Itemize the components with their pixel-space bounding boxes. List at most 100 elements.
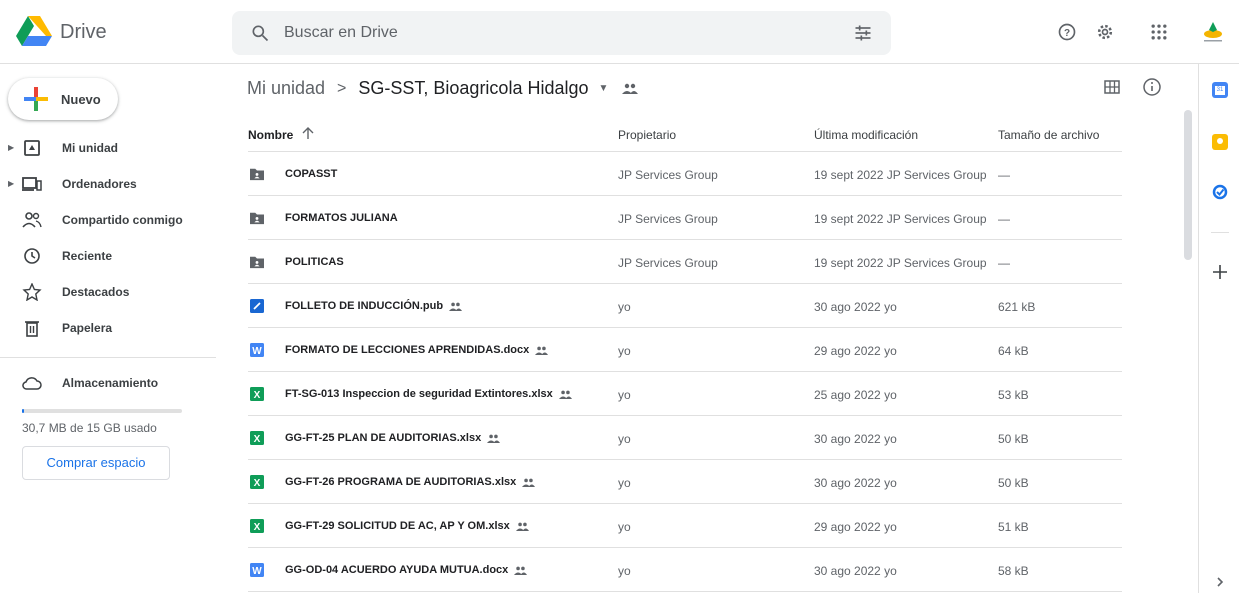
file-size: 51 kB [998, 520, 1029, 534]
file-modified: 19 sept 2022 JP Services Group [814, 256, 987, 270]
sort-up-arrow-icon[interactable] [302, 126, 314, 140]
table-row[interactable]: FOLLETO DE INDUCCIÓN.pub yo 30 ago 2022 … [248, 284, 1122, 328]
storage-progress-fill [22, 409, 24, 413]
file-name[interactable]: FT-SG-013 Inspeccion de seguridad Extint… [285, 388, 572, 400]
sidebar-item-computers[interactable]: ▶ Ordenadores [0, 168, 216, 200]
breadcrumb-current[interactable]: SG-SST, Bioagricola Hidalgo [358, 78, 588, 99]
file-owner: yo [618, 300, 631, 314]
expand-arrow-icon[interactable]: ▶ [8, 143, 14, 152]
sidebar-item-my-drive[interactable]: ▶ Mi unidad [0, 132, 216, 164]
file-name[interactable]: FORMATO DE LECCIONES APRENDIDAS.docx [285, 344, 549, 356]
new-button[interactable]: Nuevo [8, 78, 118, 120]
table-row[interactable]: FORMATOS JULIANA JP Services Group 19 se… [248, 196, 1122, 240]
drive-logo-icon [16, 16, 52, 46]
table-row[interactable]: X GG-FT-26 PROGRAMA DE AUDITORIAS.xlsx y… [248, 460, 1122, 504]
file-name[interactable]: POLITICAS [285, 256, 344, 268]
keep-icon[interactable] [1212, 134, 1228, 150]
breadcrumb-root[interactable]: Mi unidad [247, 78, 325, 99]
file-name-text[interactable]: FT-SG-013 Inspeccion de seguridad Extint… [285, 388, 553, 400]
sidebar-item-trash[interactable]: Papelera [0, 312, 216, 344]
header-name[interactable]: Nombre [248, 128, 293, 142]
sidebar-item-label: Ordenadores [62, 177, 137, 191]
shared-people-icon [535, 346, 549, 355]
word-doc-icon: W [250, 343, 264, 357]
chevron-right-icon[interactable] [1212, 574, 1228, 590]
sidebar-item-shared[interactable]: Compartido conmigo [0, 204, 216, 236]
shared-folder-icon [250, 168, 264, 181]
sidebar-item-label: Papelera [62, 321, 113, 335]
sidebar-item-label: Mi unidad [62, 141, 118, 155]
table-row[interactable]: COPASST JP Services Group 19 sept 2022 J… [248, 152, 1122, 196]
file-owner: yo [618, 432, 631, 446]
file-name-text[interactable]: GG-FT-26 PROGRAMA DE AUDITORIAS.xlsx [285, 476, 516, 488]
file-name-text[interactable]: FORMATO DE LECCIONES APRENDIDAS.docx [285, 344, 529, 356]
table-row[interactable]: X FT-SG-013 Inspeccion de seguridad Exti… [248, 372, 1122, 416]
sidebar-item-storage[interactable]: Almacenamiento [0, 367, 216, 399]
grid-view-icon[interactable] [1104, 80, 1120, 94]
excel-sheet-icon: X [250, 519, 264, 533]
file-name[interactable]: GG-FT-29 SOLICITUD DE AC, AP Y OM.xlsx [285, 520, 529, 532]
file-modified: 30 ago 2022 yo [814, 476, 897, 490]
file-owner: yo [618, 388, 631, 402]
apps-grid-icon[interactable] [1149, 22, 1169, 42]
search-options-icon[interactable] [853, 23, 873, 43]
sidebar: Nuevo ▶ Mi unidad ▶ Ordenadores Comparti… [0, 64, 232, 593]
sidebar-item-recent[interactable]: Reciente [0, 240, 216, 272]
main-content: Mi unidad > SG-SST, Bioagricola Hidalgo … [232, 64, 1182, 593]
table-row[interactable]: W FORMATO DE LECCIONES APRENDIDAS.docx y… [248, 328, 1122, 372]
info-icon[interactable] [1142, 77, 1162, 97]
file-name-text[interactable]: FOLLETO DE INDUCCIÓN.pub [285, 300, 443, 312]
file-name-text[interactable]: POLITICAS [285, 256, 344, 268]
svg-text:W: W [252, 346, 262, 357]
drive-logo[interactable]: Drive [16, 16, 107, 48]
file-name-text[interactable]: FORMATOS JULIANA [285, 212, 398, 224]
settings-icon[interactable] [1095, 22, 1115, 42]
file-name-text[interactable]: COPASST [285, 168, 337, 180]
people-icon [22, 212, 42, 228]
table-row[interactable]: X GG-FT-25 PLAN DE AUDITORIAS.xlsx yo 30… [248, 416, 1122, 460]
svg-text:?: ? [1064, 28, 1070, 39]
file-name-text[interactable]: GG-OD-04 ACUERDO AYUDA MUTUA.docx [285, 564, 508, 576]
help-icon[interactable]: ? [1057, 22, 1077, 42]
svg-text:X: X [254, 434, 261, 445]
table-row[interactable]: POLITICAS JP Services Group 19 sept 2022… [248, 240, 1122, 284]
file-name-text[interactable]: GG-FT-25 PLAN DE AUDITORIAS.xlsx [285, 432, 481, 444]
tasks-icon[interactable] [1212, 184, 1228, 200]
file-owner: yo [618, 344, 631, 358]
sidebar-item-label: Destacados [62, 285, 130, 299]
file-name[interactable]: COPASST [285, 168, 337, 180]
header-size[interactable]: Tamaño de archivo [998, 128, 1099, 142]
file-modified: 30 ago 2022 yo [814, 432, 897, 446]
svg-text:X: X [254, 522, 261, 533]
table-row[interactable]: X GG-FT-29 SOLICITUD DE AC, AP Y OM.xlsx… [248, 504, 1122, 548]
file-size: 50 kB [998, 476, 1029, 490]
table-row[interactable]: W GG-OD-04 ACUERDO AYUDA MUTUA.docx yo 3… [248, 548, 1122, 592]
add-addon-icon[interactable] [1212, 264, 1228, 280]
sidebar-item-starred[interactable]: Destacados [0, 276, 216, 308]
svg-text:X: X [254, 390, 261, 401]
file-name[interactable]: FOLLETO DE INDUCCIÓN.pub [285, 300, 463, 312]
shared-people-icon [558, 390, 572, 399]
header-owner[interactable]: Propietario [618, 128, 676, 142]
file-name[interactable]: FORMATOS JULIANA [285, 212, 398, 224]
file-owner: yo [618, 476, 631, 490]
app-name: Drive [60, 20, 107, 43]
account-avatar-icon[interactable] [1199, 18, 1227, 46]
search-bar[interactable]: Buscar en Drive [232, 11, 891, 55]
file-modified: 25 ago 2022 yo [814, 388, 897, 402]
file-name-text[interactable]: GG-FT-29 SOLICITUD DE AC, AP Y OM.xlsx [285, 520, 510, 532]
file-name[interactable]: GG-FT-26 PROGRAMA DE AUDITORIAS.xlsx [285, 476, 536, 488]
scrollbar-thumb[interactable] [1184, 110, 1192, 260]
storage-usage-text: 30,7 MB de 15 GB usado [22, 421, 157, 435]
calendar-icon[interactable]: 31 [1212, 82, 1228, 98]
file-size: — [998, 168, 1010, 182]
file-name[interactable]: GG-FT-25 PLAN DE AUDITORIAS.xlsx [285, 432, 501, 444]
search-icon[interactable] [250, 23, 270, 43]
chevron-down-icon[interactable]: ▼ [599, 83, 609, 94]
header-modified[interactable]: Última modificación [814, 128, 918, 142]
file-name[interactable]: GG-OD-04 ACUERDO AYUDA MUTUA.docx [285, 564, 528, 576]
expand-arrow-icon[interactable]: ▶ [8, 179, 14, 188]
buy-storage-button[interactable]: Comprar espacio [22, 446, 170, 480]
search-input[interactable]: Buscar en Drive [284, 24, 398, 42]
shared-people-icon [449, 302, 463, 311]
